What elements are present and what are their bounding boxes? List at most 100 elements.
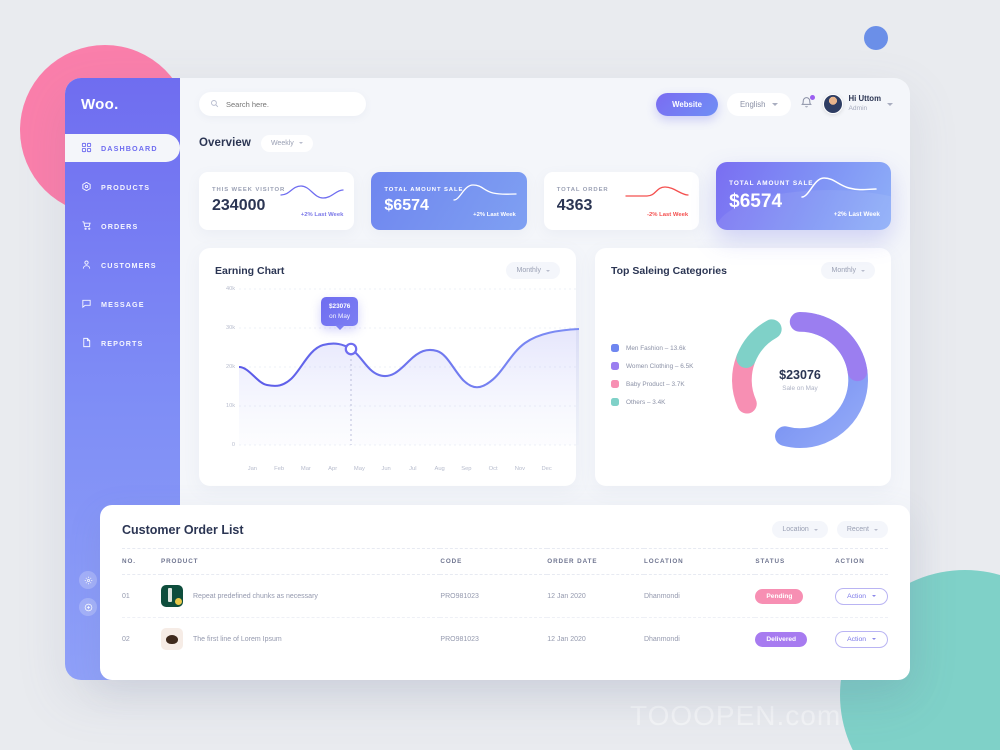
charts-row: Earning Chart Monthly 40k 30k 20k 10k 0 (180, 230, 910, 486)
stat-delta: +2% Last Week (473, 212, 516, 218)
sparkline-chart (801, 177, 877, 198)
gear-icon[interactable] (79, 571, 97, 589)
page-title: Overview (199, 137, 251, 149)
sidebar-item-customers[interactable]: CUSTOMERS (65, 251, 180, 279)
recent-filter[interactable]: Recent (836, 521, 888, 538)
x-tick: May (353, 466, 365, 472)
column-header-status: STATUS (755, 548, 836, 575)
user-role: Admin (848, 104, 868, 112)
product-thumbnail (161, 628, 183, 650)
chevron-down-icon (813, 528, 818, 531)
earning-plot-svg (239, 288, 579, 446)
y-tick-40k: 40k (225, 286, 235, 292)
x-tick: Mar (300, 466, 311, 472)
sidebar-item-label: REPORTS (101, 338, 144, 348)
column-header-code: CODE (440, 548, 548, 575)
chat-icon (81, 298, 92, 311)
stat-card-total-order[interactable]: TOTAL ORDER 4363 -2% Last Week (543, 172, 700, 230)
order-list-title: Customer Order List (122, 522, 244, 537)
location-filter[interactable]: Location (772, 521, 828, 538)
help-icon[interactable] (79, 598, 97, 616)
donut-chart: $23076 Sale on May (725, 305, 875, 455)
x-tick: Apr (328, 466, 338, 472)
overview-header: Overview Weekly (180, 130, 910, 156)
watermark-text: TOOOPEN.com (630, 700, 842, 731)
x-tick: Nov (514, 466, 526, 472)
table-row[interactable]: 01 Repeat predefined chunks as necessary… (122, 574, 888, 618)
cart-icon (81, 220, 92, 233)
topbar: Website English Hi Uttom Admin (180, 78, 910, 130)
cell-code: PRO981023 (440, 574, 548, 618)
sidebar-item-reports[interactable]: REPORTS (65, 329, 180, 357)
donut-center-value: $23076 (779, 368, 821, 382)
language-selector[interactable]: English (726, 92, 791, 116)
order-table-body: 01 Repeat predefined chunks as necessary… (122, 574, 888, 661)
overview-period-filter[interactable]: Weekly (260, 134, 313, 152)
chevron-down-icon (546, 269, 550, 272)
language-label: English (739, 99, 766, 109)
sidebar-item-products[interactable]: PRODUCTS (65, 173, 180, 201)
recent-filter-label: Recent (846, 526, 869, 533)
notification-badge (809, 95, 815, 100)
stat-card-row: THIS WEEK VISITOR 234000 +2% Last Week T… (180, 156, 910, 230)
y-axis-labels: 40k 30k 20k 10k 0 (215, 286, 237, 448)
search-input[interactable] (226, 99, 355, 109)
cell-location: Dhanmondi (643, 574, 756, 618)
x-tick: Jun (381, 466, 391, 472)
row-action-button[interactable]: Action (835, 630, 888, 648)
notification-bell-button[interactable] (800, 95, 815, 112)
grid-icon (81, 142, 92, 155)
brand-logo[interactable]: Woo. (65, 78, 180, 130)
cell-location: Dhanmondi (643, 635, 680, 643)
table-row[interactable]: 02 The first line of Lorem Ipsum PRO9810… (122, 618, 888, 661)
stat-card-amount-sale[interactable]: TOTAL AMOUNT SALE $6574 +2% Last Week (371, 172, 527, 230)
stat-delta: +2% Last Week (300, 212, 344, 218)
sidebar-item-dashboard[interactable]: DASHBOARD (65, 134, 180, 162)
earning-data-point-may (344, 342, 358, 356)
sidebar-bottom-actions (79, 571, 97, 625)
legend-item[interactable]: Others – 3.4K (611, 398, 719, 406)
donut-chart-area: Men Fashion – 13.6k Women Clothing – 6.5… (611, 285, 875, 475)
user-name: Hi Uttom (848, 94, 881, 104)
y-tick-0: 0 (231, 442, 235, 448)
legend-item[interactable]: Women Clothing – 6.5K (611, 362, 719, 370)
chevron-down-icon (872, 595, 876, 597)
cell-action: Action (835, 618, 888, 661)
website-button[interactable]: Website (656, 92, 718, 116)
categories-period-filter[interactable]: Monthly (821, 262, 875, 279)
order-list-header: Customer Order List Location Recent (122, 521, 888, 538)
stat-card-amount-sale-highlight[interactable]: TOTAL AMOUNT SALE $6574 +2% Last Week (716, 162, 891, 230)
x-tick: Oct (488, 466, 498, 472)
legend-swatch (611, 362, 619, 370)
product-name: Repeat predefined chunks as necessary (193, 592, 318, 600)
top-categories-title: Top Saleing Categories (611, 264, 727, 277)
row-action-button[interactable]: Action (835, 587, 888, 605)
order-list-filters: Location Recent (772, 521, 888, 538)
search-bar[interactable] (199, 92, 366, 116)
table-header-row: NO. PRODUCT CODE ORDER DATE LOCATION STA… (122, 548, 888, 575)
earning-period-filter[interactable]: Monthly (506, 262, 560, 279)
product-name: The first line of Lorem Ipsum (193, 635, 282, 643)
sparkline-chart (625, 186, 689, 197)
row-action-label: Action (847, 592, 866, 600)
legend-item[interactable]: Baby Product – 3.7K (611, 380, 719, 388)
sidebar-item-message[interactable]: MESSAGE (65, 290, 180, 318)
tooltip-subtitle: on May (329, 312, 351, 320)
customer-order-list-panel: Customer Order List Location Recent NO. … (100, 505, 910, 680)
stat-card-visitors[interactable]: THIS WEEK VISITOR 234000 +2% Last Week (199, 172, 355, 230)
stat-delta: +2% Last Week (833, 211, 880, 218)
legend-swatch (611, 344, 619, 352)
y-tick-10k: 10k (225, 403, 235, 409)
chevron-down-icon (887, 102, 893, 106)
donut-center-subtitle: Sale on May (782, 385, 818, 392)
user-text: Hi Uttom Admin (849, 94, 881, 113)
cell-date: 12 Jan 2020 (547, 574, 644, 618)
legend-item[interactable]: Men Fashion – 13.6k (611, 344, 719, 352)
user-profile-menu[interactable]: Hi Uttom Admin (822, 94, 893, 114)
legend-label: Others – 3.4K (626, 398, 666, 406)
donut-legend: Men Fashion – 13.6k Women Clothing – 6.5… (611, 344, 719, 416)
order-table-header: NO. PRODUCT CODE ORDER DATE LOCATION STA… (122, 548, 888, 575)
y-tick-30k: 30k (225, 325, 235, 331)
sidebar-item-orders[interactable]: ORDERS (65, 212, 180, 240)
column-header-product: PRODUCT (161, 548, 441, 575)
